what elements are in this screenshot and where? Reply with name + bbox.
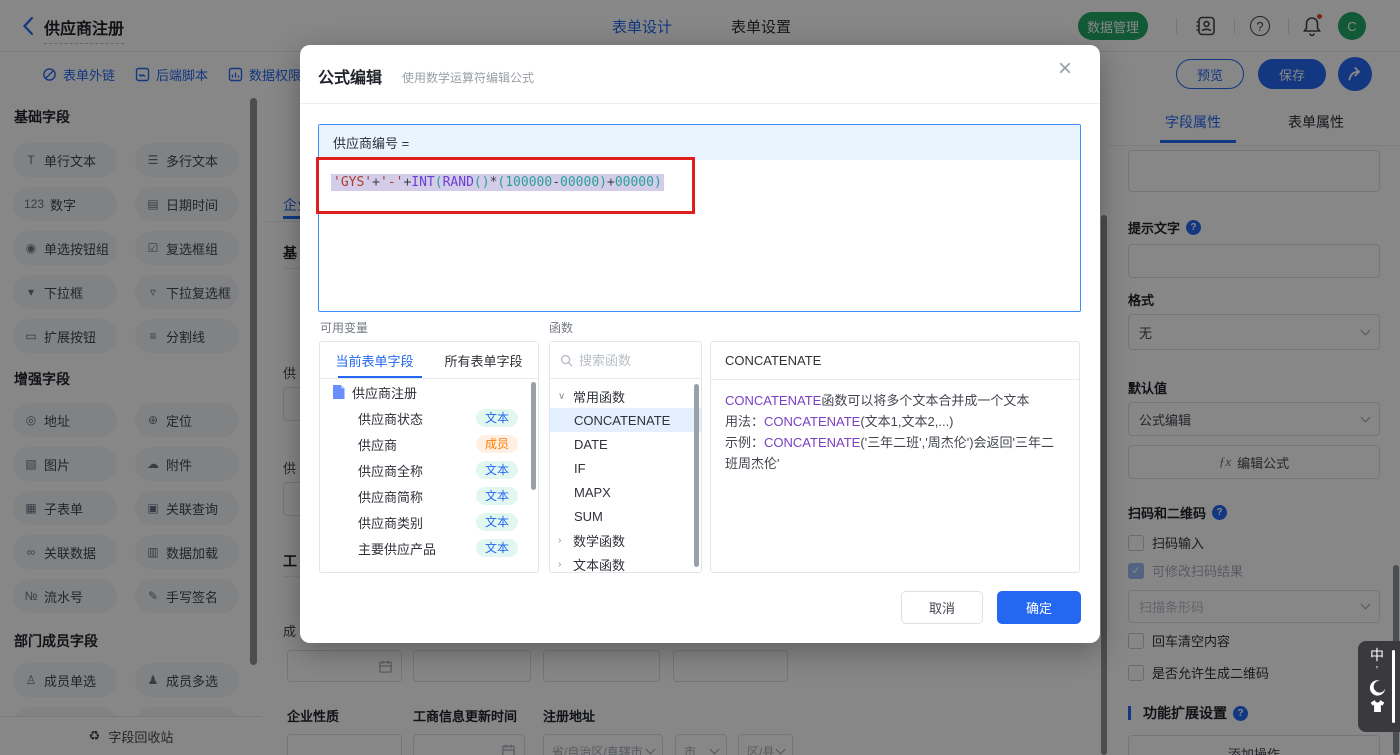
cancel-button[interactable]: 取消 <box>901 591 983 624</box>
variable-field-row[interactable]: 供应商类别 文本 <box>320 509 538 535</box>
formula-token: 00000 <box>614 175 654 190</box>
formula-token: ( <box>473 175 482 190</box>
formula-editor[interactable]: 供应商编号 = 'GYS'+'-'+INT(RAND()*(100000-000… <box>318 124 1081 312</box>
search-icon <box>560 354 573 367</box>
variable-field-list: 供应商状态 文本 供应商 成员 供应商全称 文本 供应商简称 文本 供应商类别 … <box>320 405 538 561</box>
functions-label: 函数 <box>549 321 574 335</box>
formula-token: 'GYS' <box>333 175 373 190</box>
formula-token: ) <box>653 175 662 190</box>
close-icon[interactable]: × <box>1058 55 1072 83</box>
variable-field-name: 供应商简称 <box>358 489 424 505</box>
function-description-panel: CONCATENATE CONCATENATE函数可以将多个文本合并成一个文本 … <box>710 341 1080 573</box>
shirt-skin-icon[interactable] <box>1369 699 1386 713</box>
field-type-badge: 文本 <box>475 409 518 427</box>
description-line-3: 示例：CONCATENATE('三年二班','周杰伦')会返回'三年二班周杰伦' <box>725 435 1055 471</box>
ime-icons: 中 ʼ <box>1366 647 1388 713</box>
variables-tabs: 当前表单字段 所有表单字段 <box>320 342 538 379</box>
function-group-common[interactable]: ∨ 常用函数 <box>550 384 701 408</box>
formula-token: 100000 <box>505 175 553 190</box>
ime-language-indicator[interactable]: 中 <box>1370 647 1384 663</box>
formula-edit-modal: 公式编辑 使用数学运算符编辑公式 × 供应商编号 = 'GYS'+'-'+INT… <box>300 45 1100 643</box>
function-item[interactable]: DATE <box>550 432 701 456</box>
form-doc-icon <box>333 385 345 399</box>
formula-token: '-' <box>379 175 404 190</box>
formula-token: ) <box>599 175 607 190</box>
variable-field-name: 供应商状态 <box>358 411 424 427</box>
functions-scrollbar[interactable] <box>694 384 699 567</box>
function-item[interactable]: MAPX <box>550 480 701 504</box>
description-line-1: CONCATENATE函数可以将多个文本合并成一个文本 <box>725 393 1030 408</box>
formula-token: - <box>552 175 561 190</box>
tab-all-form-fields[interactable]: 所有表单字段 <box>429 342 538 378</box>
confirm-button[interactable]: 确定 <box>997 591 1081 624</box>
formula-target-field: 供应商编号 = <box>319 125 1080 160</box>
tab-indicator <box>338 376 422 378</box>
functions-panel: ∨ 常用函数 CONCATENATE DATEIFMAPXSUM › 数学函数 … <box>549 341 702 573</box>
ime-toolbar[interactable]: 中 ʼ <box>1358 641 1400 732</box>
field-type-badge: 成员 <box>475 435 518 453</box>
field-type-badge: 文本 <box>475 539 518 557</box>
function-description-header: CONCATENATE <box>711 342 1079 380</box>
function-search-input[interactable] <box>579 352 679 368</box>
divider <box>300 103 1100 104</box>
variable-field-name: 供应商类别 <box>358 515 424 531</box>
variables-panel: 当前表单字段 所有表单字段 供应商注册 供应商状态 文本 供应商 成员 供应商全… <box>319 341 539 573</box>
variable-field-row[interactable]: 供应商 成员 <box>320 431 538 457</box>
form-tree-root[interactable]: 供应商注册 <box>320 379 538 405</box>
app-root: 供应商注册 表单设计 表单设置 数据管理 ? C 表单外链 后端脚本 数据权限 … <box>0 0 1400 755</box>
chevron-right-icon: › <box>558 558 562 570</box>
modal-subtitle: 使用数学运算符编辑公式 <box>402 71 535 85</box>
function-item[interactable]: IF <box>550 456 701 480</box>
formula-token: 00000 <box>560 175 600 190</box>
formula-token: INT <box>411 175 435 190</box>
description-line-2: 用法：CONCATENATE(文本1,文本2,...) <box>725 414 954 429</box>
ime-punctuation-icon[interactable]: ʼ <box>1376 666 1378 677</box>
variable-field-row[interactable]: 主要供应产品 文本 <box>320 535 538 561</box>
chevron-down-icon: ∨ <box>558 390 566 402</box>
function-description-body: CONCATENATE函数可以将多个文本合并成一个文本 用法：CONCATENA… <box>711 380 1079 484</box>
function-group-math[interactable]: › 数学函数 <box>550 528 701 552</box>
formula-token: ( <box>434 175 443 190</box>
variable-field-name: 供应商 <box>358 437 398 453</box>
function-group-text[interactable]: › 文本函数 <box>550 552 701 573</box>
chevron-right-icon: › <box>558 534 562 546</box>
variable-field-row[interactable]: 供应商简称 文本 <box>320 483 538 509</box>
variables-scrollbar[interactable] <box>531 382 536 490</box>
moon-icon[interactable] <box>1369 679 1386 696</box>
variable-field-row[interactable]: 供应商全称 文本 <box>320 457 538 483</box>
modal-title: 公式编辑 <box>318 70 383 87</box>
variable-field-name: 供应商全称 <box>358 463 424 479</box>
field-type-badge: 文本 <box>475 513 518 531</box>
variable-field-name: 主要供应产品 <box>358 541 437 557</box>
variables-label: 可用变量 <box>320 321 369 335</box>
variable-field-row[interactable]: 供应商状态 文本 <box>320 405 538 431</box>
formula-expression[interactable]: 'GYS'+'-'+INT(RAND()*(100000-00000)+0000… <box>331 174 664 191</box>
tab-current-form-fields[interactable]: 当前表单字段 <box>320 342 429 378</box>
field-type-badge: 文本 <box>475 487 518 505</box>
formula-selection: 'GYS'+'-'+INT(RAND()*(100000-00000)+0000… <box>331 174 664 191</box>
function-item[interactable]: SUM <box>550 504 701 528</box>
function-search[interactable] <box>550 342 701 379</box>
formula-token: + <box>606 175 615 190</box>
formula-token: ) <box>481 175 490 190</box>
field-type-badge: 文本 <box>475 461 518 479</box>
function-item-list: DATE IF MAPX SUM <box>550 432 701 528</box>
function-item-selected[interactable]: CONCATENATE <box>550 408 701 432</box>
formula-token: RAND <box>442 175 474 190</box>
ime-handle[interactable] <box>1392 650 1395 723</box>
formula-token: + <box>372 175 380 190</box>
